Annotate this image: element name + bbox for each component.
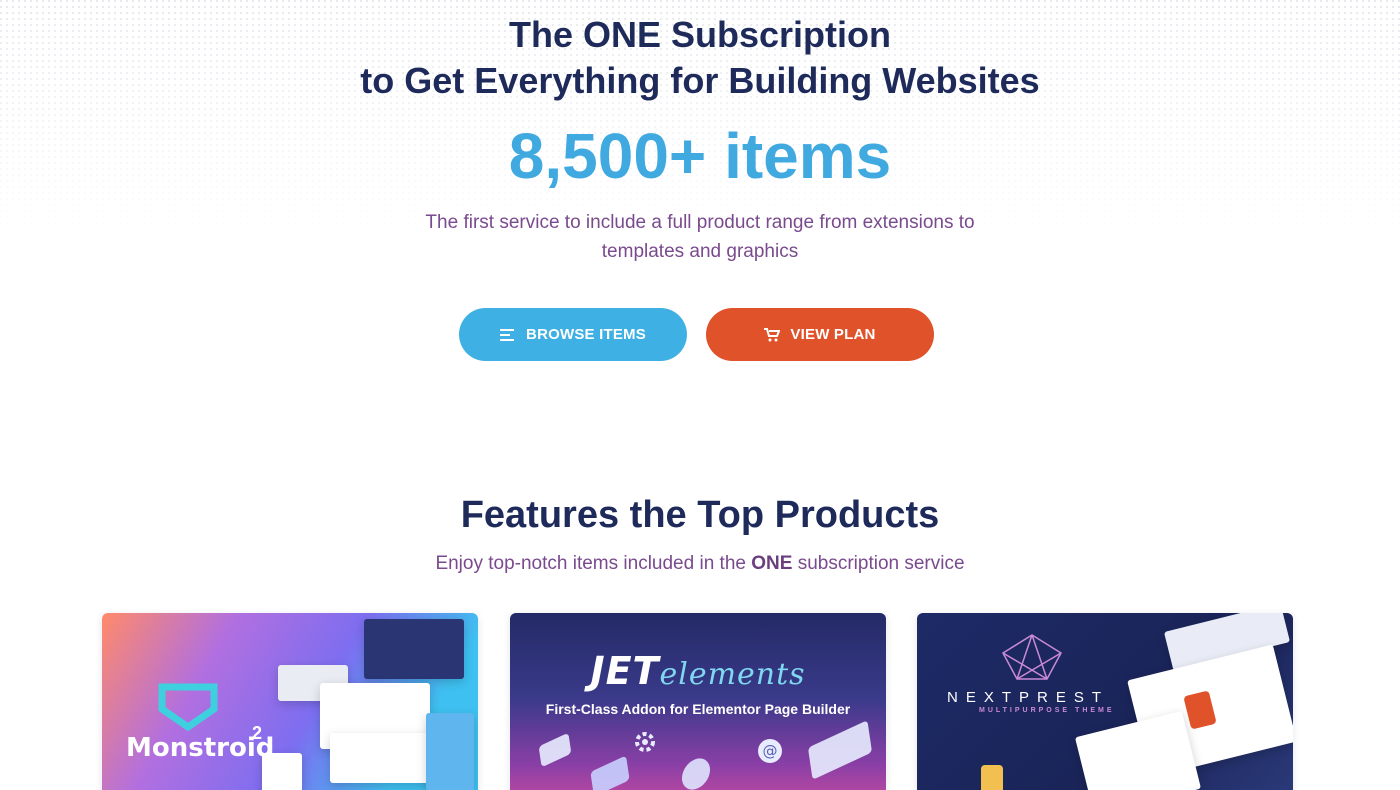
logo-main: JET [590,649,660,693]
hero-title-line2: to Get Everything for Building Websites [360,60,1040,101]
features-subtitle-post: subscription service [792,553,965,574]
isometric-tile [807,720,873,780]
jetelements-logo: JETelements [510,649,886,693]
monstroid-logo-icon [158,683,218,731]
cart-icon [764,327,781,342]
features-title: Features the Top Products [460,494,940,536]
isometric-tile [590,755,630,790]
browse-items-label: BROWSE ITEMS [526,326,646,343]
list-icon [500,328,516,342]
browse-items-button[interactable]: BROWSE ITEMS [459,308,687,361]
hero-title: The ONE Subscription to Get Everything f… [0,12,1400,104]
hero-title-line1: The ONE Subscription [508,14,892,55]
preview-mockup [364,619,464,679]
card-tagline: First-Class Addon for Elementor Page Bui… [545,701,851,717]
card-title: NEXTPREST [947,689,1110,706]
isometric-tile [680,753,712,790]
view-plan-label: VIEW PLAN [790,326,876,343]
product-card-jetelements[interactable]: JETelements First-Class Addon for Elemen… [510,613,886,790]
hero-description: The first service to include a full prod… [425,212,975,262]
svg-text:@: @ [763,742,778,760]
card-title-superscript: 2 [252,723,263,743]
logo-script: elements [659,657,806,692]
gear-icon [635,732,655,752]
isometric-tile [538,732,572,768]
preview-mockup [1074,710,1202,790]
features-subtitle: Enjoy top-notch items included in the ON… [0,550,1400,578]
preview-mockup [426,713,474,790]
features-subtitle-pre: Enjoy top-notch items included in the [435,553,752,574]
at-sign-icon: @ [758,739,782,763]
nextprest-logo-icon [1002,634,1062,680]
view-plan-button[interactable]: VIEW PLAN [706,308,934,361]
items-count: 8,500+ items [508,120,892,192]
product-card-nextprest[interactable]: NEXTPREST MULTIPURPOSE THEME [917,613,1293,790]
product-card-monstroid[interactable]: Monstroid 2 [102,613,478,790]
features-subtitle-bold: ONE [751,553,793,574]
preview-person [981,765,1003,790]
card-tagline: MULTIPURPOSE THEME [979,707,1115,714]
